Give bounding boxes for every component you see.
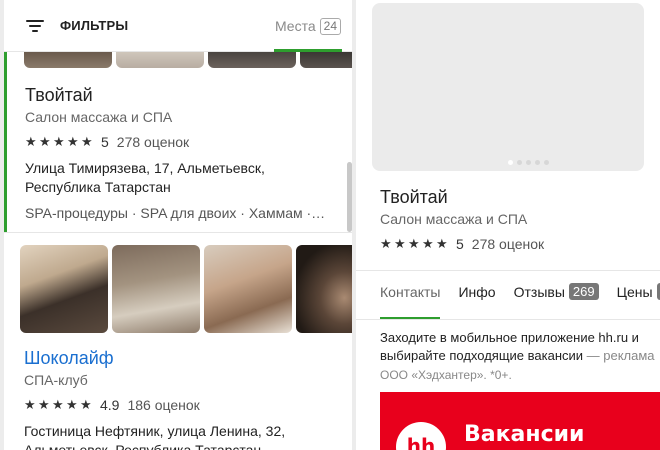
place-name[interactable]: Шоколайф xyxy=(24,347,324,369)
ad-label: — реклама xyxy=(583,348,655,363)
filters-label: ФИЛЬТРЫ xyxy=(60,18,129,33)
result-photos xyxy=(20,245,352,333)
star-icon: ★ xyxy=(66,397,78,412)
star-icon: ★ xyxy=(380,236,392,251)
star-icon: ★ xyxy=(24,397,36,412)
results-toolbar: ФИЛЬТРЫ Места 24 xyxy=(4,0,352,52)
star-icon: ★ xyxy=(67,134,79,149)
rating-row: ★ ★ ★ ★ ★ 5 278 оценок xyxy=(25,134,325,150)
place-photo[interactable] xyxy=(20,245,108,333)
star-icon: ★ xyxy=(422,236,434,251)
ad-note: ООО «Хэдхантер». *0+. xyxy=(380,368,512,382)
place-category: Салон массажа и СПА xyxy=(25,109,173,125)
tab-places-label: Места xyxy=(274,18,316,34)
ad-banner[interactable]: hh Вакансии xyxy=(380,392,660,450)
tab-prices[interactable]: Цены 2 xyxy=(617,283,660,300)
detail-tabs: Контакты Инфо Отзывы 269 Цены 2 xyxy=(380,283,660,300)
hh-logo: hh xyxy=(396,422,446,450)
star-icon: ★ xyxy=(394,236,406,251)
place-photo[interactable] xyxy=(296,245,352,333)
ad-line-2-text: выбирайте подходящие вакансии xyxy=(380,348,584,363)
tab-label: Контакты xyxy=(380,283,441,300)
rating-value: 4.9 xyxy=(100,397,120,413)
detail-name: Твойтай xyxy=(380,187,448,207)
tab-info[interactable]: Инфо xyxy=(458,283,495,300)
star-icon: ★ xyxy=(81,134,93,149)
filter-icon xyxy=(26,19,44,33)
tab-label: Цены xyxy=(616,283,653,300)
tab-places-underline xyxy=(274,49,342,52)
star-icon: ★ xyxy=(80,397,92,412)
result-photos-strip xyxy=(24,52,352,68)
divider xyxy=(356,270,660,271)
tabs-divider xyxy=(356,319,660,320)
detail-category: Салон массажа и СПА xyxy=(380,211,528,227)
place-photo[interactable] xyxy=(204,245,292,333)
detail-header: Твойтай Салон массажа и СПА ★ ★ ★ ★ ★ 5 278 … xyxy=(380,186,544,252)
gallery-dot[interactable] xyxy=(526,160,531,165)
star-icon: ★ xyxy=(436,236,448,251)
result-card-selected[interactable]: Твойтай Салон массажа и СПА ★ ★ ★ ★ ★ 5 278 … xyxy=(4,52,352,232)
places-count-badge: 24 xyxy=(319,17,341,35)
ad-block[interactable]: Заходите в мобильное приложение hh.ru и … xyxy=(380,329,660,384)
gallery-dots xyxy=(508,160,549,165)
place-photo[interactable] xyxy=(112,245,200,333)
result-card-body: Шоколайф СПА-клуб ★ ★ ★ ★ ★ 4.9 186 оценок Г… xyxy=(24,347,324,450)
place-address: Улица Тимирязева, 17, Альметьевск, Респу… xyxy=(25,160,265,195)
tab-reviews[interactable]: Отзывы 269 xyxy=(514,283,599,300)
gallery-dot[interactable] xyxy=(508,160,513,165)
star-icon: ★ xyxy=(52,397,64,412)
place-photo[interactable] xyxy=(116,52,204,68)
tab-label: Инфо xyxy=(458,283,496,300)
filters-button[interactable]: ФИЛЬТРЫ xyxy=(26,18,128,33)
reviews-count[interactable]: 278 оценок xyxy=(117,134,189,150)
app-root: ФИЛЬТРЫ Места 24 Твойтай Салон массажа и… xyxy=(0,0,660,450)
rating-stars: ★ ★ ★ ★ ★ xyxy=(25,135,95,149)
gallery-dot[interactable] xyxy=(535,160,540,165)
detail-rating-row: ★ ★ ★ ★ ★ 5 278 оценок xyxy=(380,236,544,252)
gallery-dot[interactable] xyxy=(544,160,549,165)
place-tags: SPA-процедуры · SPA для двоих · Хаммам ·… xyxy=(25,205,326,221)
results-panel: ФИЛЬТРЫ Места 24 Твойтай Салон массажа и… xyxy=(4,0,352,450)
place-photo[interactable] xyxy=(300,52,352,68)
result-card[interactable]: Шоколайф СПА-клуб ★ ★ ★ ★ ★ 4.9 186 оценок Г… xyxy=(4,232,352,450)
tab-places[interactable]: Места 24 xyxy=(274,0,342,52)
rating-value: 5 xyxy=(101,134,109,150)
photo-gallery[interactable] xyxy=(372,3,644,171)
ad-line-1: Заходите в мобильное приложение hh.ru и xyxy=(380,330,639,345)
details-panel: Твойтай Салон массажа и СПА ★ ★ ★ ★ ★ 5 278 … xyxy=(356,0,660,450)
place-address: Гостиница Нефтяник, улица Ленина, 32, Ал… xyxy=(24,423,286,450)
star-icon: ★ xyxy=(53,134,65,149)
ad-line-2: выбирайте подходящие вакансии — реклама xyxy=(380,347,660,365)
tab-label: Отзывы xyxy=(513,283,565,300)
place-category: СПА-клуб xyxy=(24,372,88,388)
rating-value: 5 xyxy=(456,236,464,252)
ad-banner-text: Вакансии xyxy=(464,422,585,447)
rating-stars: ★ ★ ★ ★ ★ xyxy=(380,237,450,251)
reviews-badge: 269 xyxy=(568,283,599,300)
rating-row: ★ ★ ★ ★ ★ 4.9 186 оценок xyxy=(24,397,324,413)
star-icon: ★ xyxy=(408,236,420,251)
place-photo[interactable] xyxy=(24,52,112,68)
place-photo[interactable] xyxy=(208,52,296,68)
prices-badge: 2 xyxy=(656,283,660,300)
place-name[interactable]: Твойтай xyxy=(25,84,325,106)
tab-contacts[interactable]: Контакты xyxy=(380,283,440,300)
rating-stars: ★ ★ ★ ★ ★ xyxy=(24,398,94,412)
gallery-dot[interactable] xyxy=(517,160,522,165)
star-icon: ★ xyxy=(39,134,51,149)
star-icon: ★ xyxy=(38,397,50,412)
star-icon: ★ xyxy=(25,134,37,149)
reviews-count[interactable]: 278 оценок xyxy=(472,236,544,252)
result-card-body: Твойтай Салон массажа и СПА ★ ★ ★ ★ ★ 5 278 … xyxy=(25,84,325,221)
reviews-count[interactable]: 186 оценок xyxy=(127,397,199,413)
